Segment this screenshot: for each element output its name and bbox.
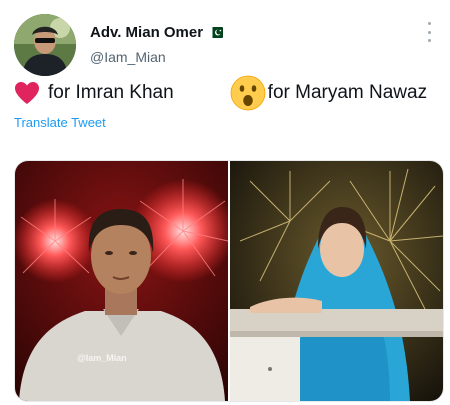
display-name[interactable]: Adv. Mian Omer [90,24,203,41]
face-with-open-mouth-icon [230,75,266,111]
pakistan-flag-icon [209,27,224,38]
more-options-icon[interactable] [424,20,434,44]
watermark: @Iam_Mian [77,353,127,363]
user-handle[interactable]: @Iam_Mian [90,49,166,65]
tweet[interactable]: Adv. Mian Omer @Iam_Mian for Imran Khan … [0,0,450,405]
tweet-text: for Imran Khan for Maryam Nawaz [14,75,444,111]
tweet-text-part1: for Imran Khan [48,82,174,103]
translate-tweet-link[interactable]: Translate Tweet [14,115,106,130]
photo-imran-khan[interactable]: @Iam_Mian [15,161,228,401]
avatar[interactable] [14,14,76,76]
tweet-text-part2: for Maryam Nawaz [267,82,428,103]
red-heart-icon [15,82,39,104]
photo-maryam-nawaz[interactable] [230,161,443,401]
media-grid: @Iam_Mian [14,160,444,402]
